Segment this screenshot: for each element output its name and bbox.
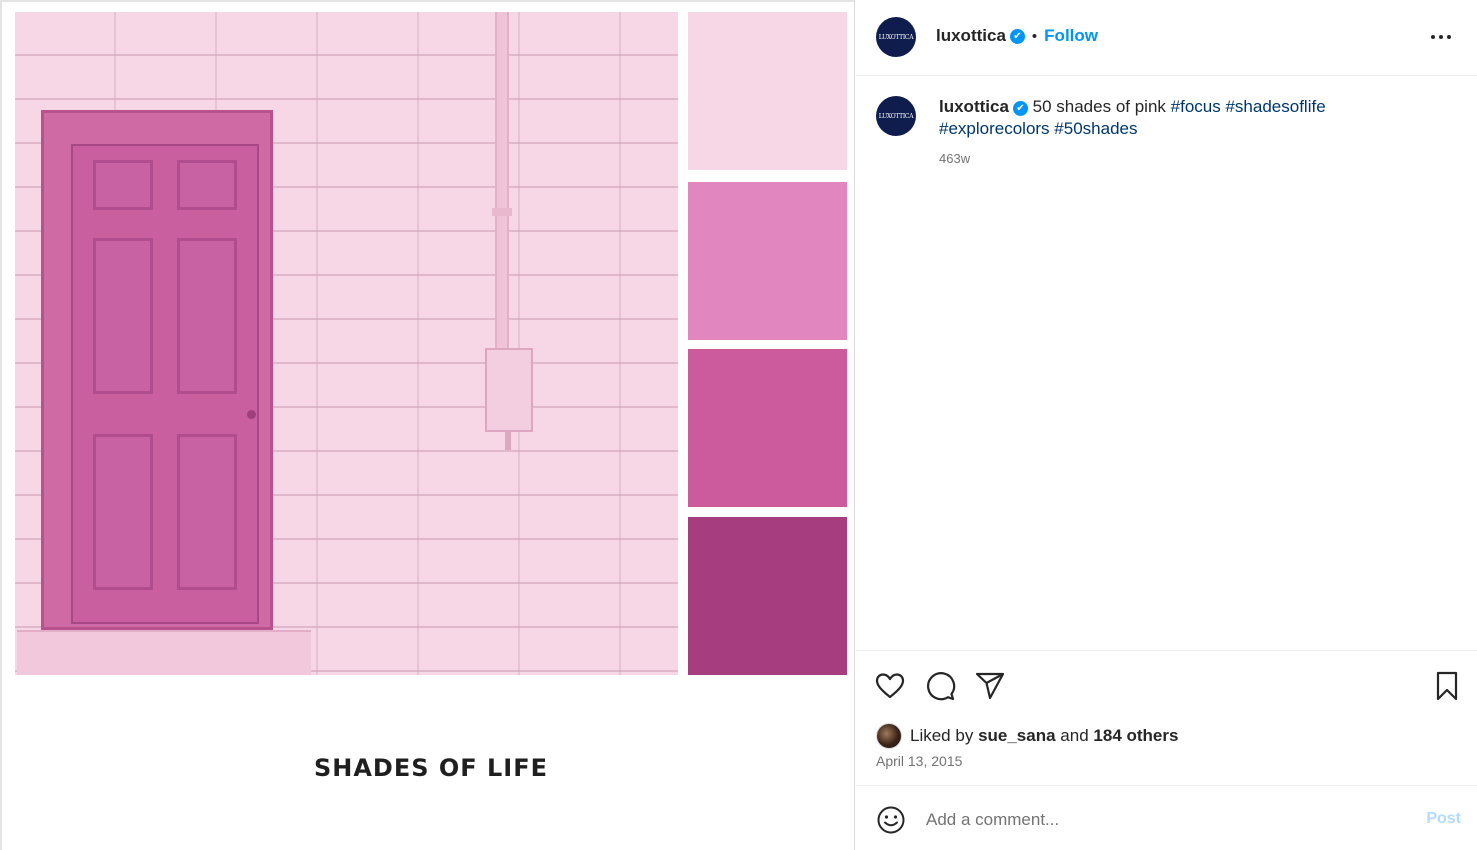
username-link[interactable]: luxottica [936, 26, 1006, 46]
post-header: LUXOTTICA luxottica ✔ • Follow [856, 0, 1477, 76]
actions-bar: Liked by sue_sana and 184 others April 1… [856, 650, 1477, 786]
door-panel [177, 434, 237, 590]
hashtag-link[interactable]: #shadesoflife [1225, 97, 1325, 116]
liked-and: and [1060, 726, 1089, 745]
color-swatch-2 [688, 182, 847, 340]
comment-bar: Post [856, 787, 1477, 850]
follow-button[interactable]: Follow [1044, 26, 1098, 46]
door-panel [177, 238, 237, 394]
drain-pipe [495, 12, 509, 352]
door-panel [93, 434, 153, 590]
door-panel [177, 160, 237, 210]
post-comment-button[interactable]: Post [1426, 810, 1461, 828]
caption-username-link[interactable]: luxottica [939, 97, 1009, 116]
header-user-row: luxottica ✔ • Follow [936, 26, 1098, 46]
pink-door [71, 144, 259, 624]
caption-timestamp[interactable]: 463w [939, 151, 970, 166]
comment-input[interactable] [926, 807, 1396, 833]
liked-by-row: Liked by sue_sana and 184 others [876, 723, 1178, 749]
color-swatch-3 [688, 349, 847, 507]
hashtag-link[interactable]: #explorecolors [939, 119, 1050, 138]
hashtag-link[interactable]: #focus [1171, 97, 1221, 116]
post-media[interactable]: SHADES OF LIFE [0, 0, 855, 850]
liker-avatar[interactable] [876, 723, 902, 749]
verified-badge-icon: ✔ [1012, 101, 1028, 116]
color-swatch-4 [688, 517, 847, 675]
meter-box [485, 348, 533, 432]
color-swatch-1 [688, 12, 847, 170]
bookmark-icon[interactable] [1431, 670, 1463, 702]
door-panel [93, 160, 153, 210]
caption-avatar[interactable]: LUXOTTICA [876, 96, 916, 136]
post-side-panel: LUXOTTICA luxottica ✔ • Follow LUXOTTICA… [856, 0, 1477, 850]
share-icon[interactable] [974, 670, 1006, 702]
caption-body: 50 shades of pink [1032, 97, 1166, 116]
verified-badge-icon: ✔ [1009, 28, 1025, 44]
likes-count-link[interactable]: 184 others [1093, 726, 1178, 746]
emoji-smile-icon[interactable] [876, 805, 906, 835]
liker-username-link[interactable]: sue_sana [978, 726, 1056, 746]
door-knob [247, 410, 256, 419]
heart-icon[interactable] [874, 670, 906, 702]
hashtag-link[interactable]: #50shades [1054, 119, 1137, 138]
more-dots-icon[interactable] [1429, 25, 1453, 49]
post-date[interactable]: April 13, 2015 [876, 753, 962, 769]
door-sill [17, 630, 311, 675]
image-caption-text: SHADES OF LIFE [313, 754, 549, 782]
liked-by-prefix: Liked by [910, 726, 974, 745]
separator-dot: • [1031, 27, 1038, 45]
caption-text: luxottica ✔ 50 shades of pink #focus #sha… [939, 96, 1409, 140]
comment-icon[interactable] [924, 670, 956, 702]
pipe-joint [492, 208, 512, 216]
door-panel [93, 238, 153, 394]
meter-tip [505, 430, 511, 450]
post-photo[interactable] [15, 12, 678, 675]
avatar[interactable]: LUXOTTICA [876, 17, 916, 57]
